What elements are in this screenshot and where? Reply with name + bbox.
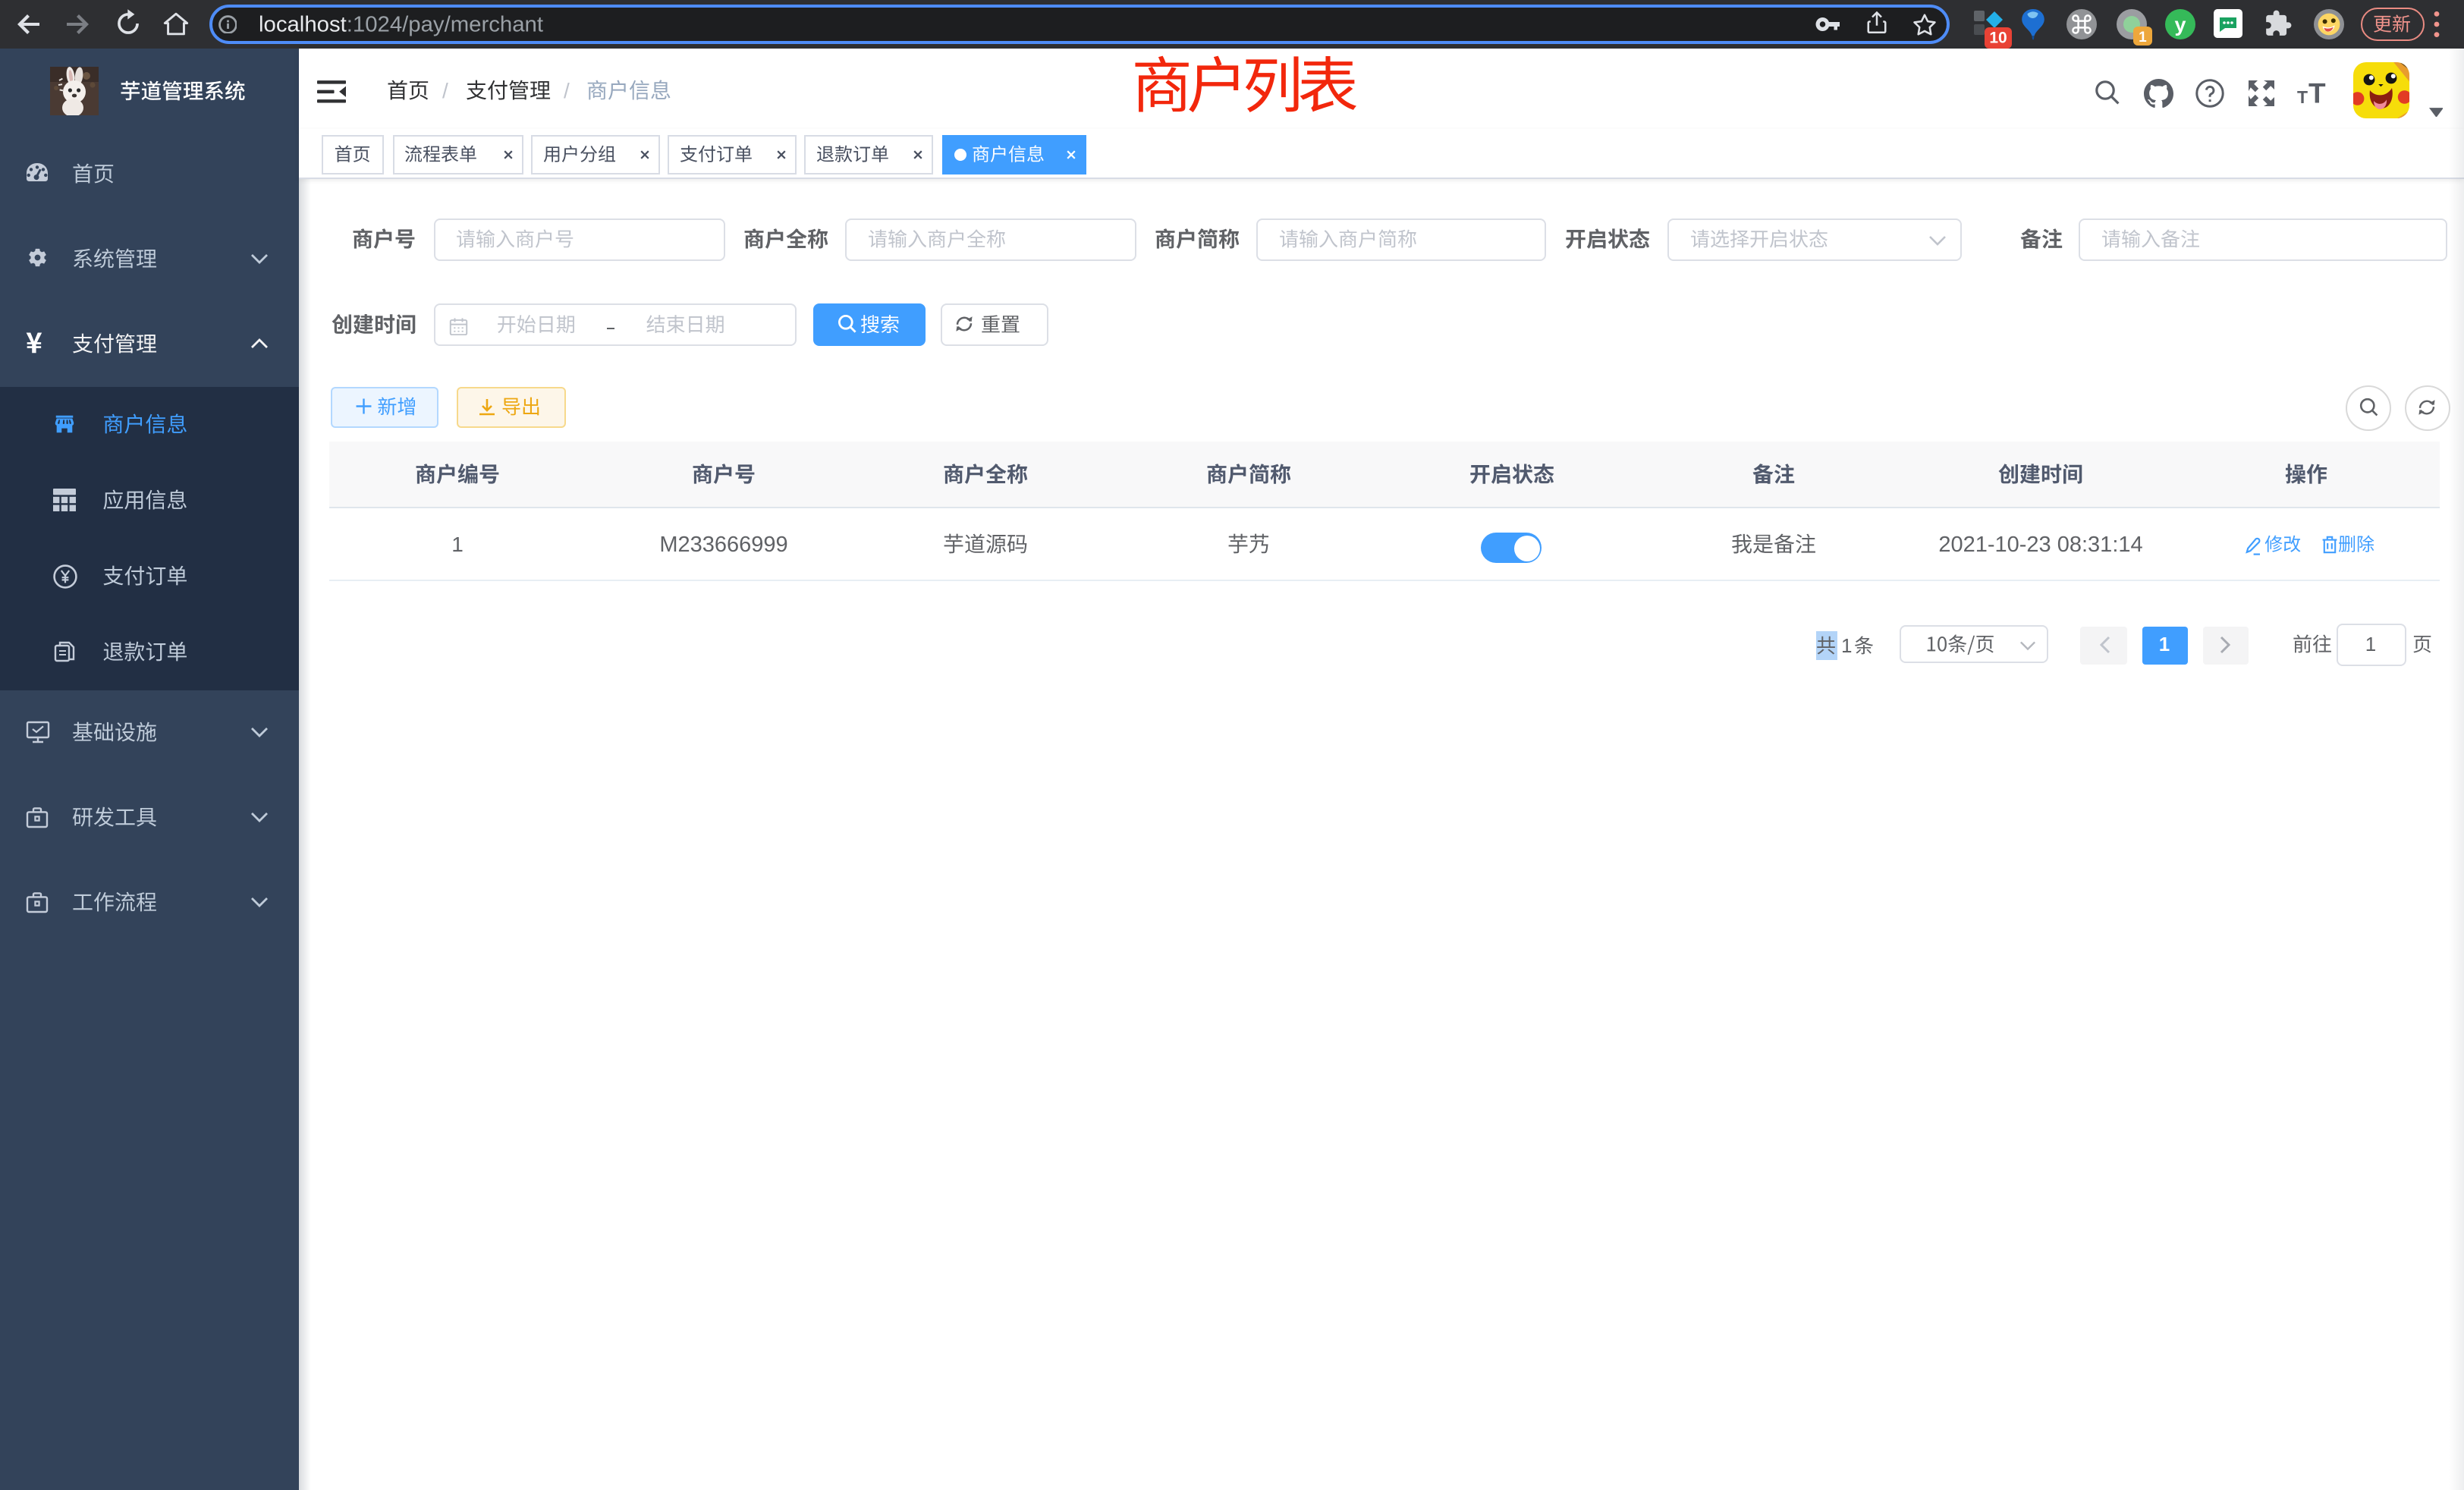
- svg-text:1: 1: [1841, 634, 1852, 657]
- svg-text:y: y: [2174, 13, 2186, 36]
- svg-text:1: 1: [2139, 30, 2147, 46]
